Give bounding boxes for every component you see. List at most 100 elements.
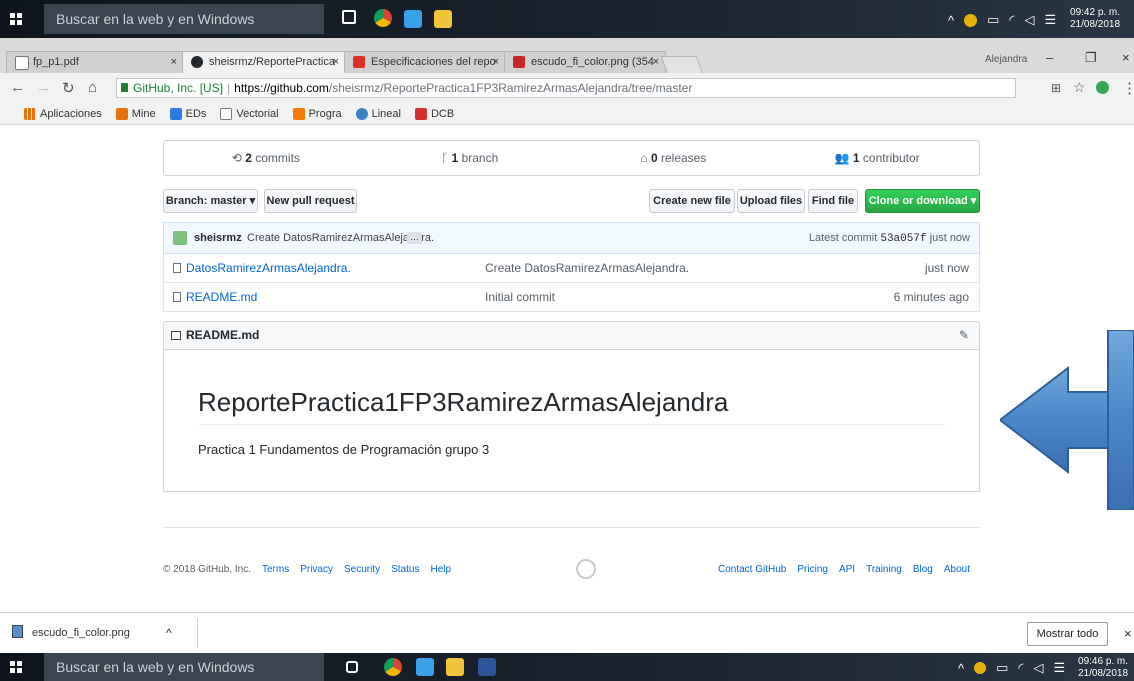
dcb-icon	[414, 107, 427, 120]
latest-commit-label: Latest commit	[808, 232, 878, 244]
file-commit-message[interactable]: Initial commit	[485, 283, 555, 311]
notifications-icon[interactable]: ☰	[1053, 660, 1065, 676]
omnibox-url-input[interactable]: GitHub, Inc. [US] | https://github.com/she…	[116, 78, 1016, 98]
footer-link-help[interactable]: Help	[430, 564, 451, 575]
volume-icon[interactable]: ◁	[1033, 660, 1043, 676]
chevron-up-icon[interactable]: ^	[958, 661, 964, 676]
shelf-close-icon[interactable]: ×	[1124, 626, 1132, 641]
wordpress-icon	[355, 107, 368, 120]
commit-author[interactable]: sheisrmz	[194, 232, 242, 244]
commit-expand-button[interactable]: …	[407, 232, 422, 244]
wifi-icon[interactable]: ◜	[1009, 12, 1014, 28]
bookmark-progra[interactable]: Progra	[292, 107, 342, 120]
footer-divider	[163, 527, 980, 528]
bookmark-aplicaciones[interactable]: Aplicaciones	[24, 107, 102, 120]
volume-icon[interactable]: ◁	[1024, 12, 1034, 28]
translate-icon[interactable]: ⊞	[1051, 81, 1061, 95]
commit-hash[interactable]: 53a057f	[880, 233, 926, 245]
bookmark-vectorial[interactable]: Vectorial	[220, 107, 279, 120]
battery-icon[interactable]: ▭	[996, 660, 1008, 676]
tab-close-icon[interactable]: ×	[653, 52, 659, 72]
contributors-label: contributor	[862, 151, 920, 165]
releases-link[interactable]: ⌂ 0 releases	[572, 141, 776, 175]
taskbar-search-input[interactable]: Buscar en la web y en Windows	[44, 4, 324, 34]
file-name-link[interactable]: README.md	[186, 283, 257, 311]
download-options-chevron-icon[interactable]: ^	[166, 626, 172, 640]
windows-start-icon[interactable]	[10, 661, 22, 673]
bookmark-lineal[interactable]: Lineal	[355, 107, 401, 120]
minimize-button[interactable]: –	[1046, 50, 1053, 65]
tab-close-icon[interactable]: ×	[333, 52, 339, 72]
footer-link-privacy[interactable]: Privacy	[300, 564, 333, 575]
tray-app-icon[interactable]	[964, 13, 978, 27]
contributors-link[interactable]: 👥 1 contributor	[775, 141, 979, 175]
taskbar-search-input[interactable]: Buscar en la web y en Windows	[44, 653, 324, 681]
edit-pencil-icon[interactable]: ✎	[959, 322, 969, 349]
chrome-icon[interactable]	[374, 9, 392, 27]
footer-link-contact[interactable]: Contact GitHub	[718, 564, 786, 575]
upload-files-button[interactable]: Upload files	[737, 189, 805, 213]
task-view-icon[interactable]	[346, 661, 358, 673]
lock-icon	[121, 83, 128, 92]
windows-start-icon[interactable]	[10, 13, 22, 25]
footer-link-status[interactable]: Status	[391, 564, 419, 575]
chrome-icon[interactable]	[384, 658, 402, 676]
window-close-button[interactable]: ×	[1122, 50, 1130, 65]
download-item-name[interactable]: escudo_fi_color.png	[32, 627, 130, 639]
footer-link-pricing[interactable]: Pricing	[797, 564, 828, 575]
file-commit-message[interactable]: Create DatosRamirezArmasAlejandra.	[485, 254, 689, 282]
github-logo-icon[interactable]	[576, 559, 596, 579]
forward-icon[interactable]: →	[36, 79, 51, 96]
footer-link-api[interactable]: API	[839, 564, 855, 575]
tab-pdf[interactable]: fp_p1.pdf ×	[6, 51, 184, 73]
store-icon[interactable]	[404, 10, 422, 28]
tray-app-icon[interactable]	[974, 662, 987, 674]
bookmark-dcb[interactable]: DCB	[414, 107, 454, 120]
back-icon[interactable]: ←	[10, 79, 25, 96]
battery-icon[interactable]: ▭	[987, 12, 999, 28]
task-view-icon[interactable]	[342, 10, 356, 24]
word-icon[interactable]	[478, 658, 496, 676]
clone-or-download-button[interactable]: Clone or download ▾	[865, 189, 980, 213]
store-icon[interactable]	[416, 658, 434, 676]
create-new-file-button[interactable]: Create new file	[649, 189, 735, 213]
extension-check-icon[interactable]	[1096, 81, 1109, 94]
notifications-icon[interactable]: ☰	[1044, 12, 1056, 28]
branch-select-button[interactable]: Branch: master ▾	[163, 189, 258, 213]
reload-icon[interactable]: ↻	[62, 79, 75, 97]
file-explorer-icon[interactable]	[434, 10, 452, 28]
footer-link-blog[interactable]: Blog	[913, 564, 933, 575]
tab-close-icon[interactable]: ×	[493, 52, 499, 72]
download-shelf: escudo_fi_color.png ^ Mostrar todo ×	[0, 612, 1134, 653]
footer-link-about[interactable]: About	[944, 564, 970, 575]
tab-github[interactable]: sheisrmz/ReportePractica ×	[182, 51, 346, 73]
footer-link-training[interactable]: Training	[866, 564, 902, 575]
show-all-downloads-button[interactable]: Mostrar todo	[1027, 622, 1108, 646]
file-explorer-icon[interactable]	[446, 658, 464, 676]
tab-escudo[interactable]: escudo_fi_color.png (354 ×	[504, 51, 666, 73]
clock-bottom[interactable]: 09:46 p. m. 21/08/2018	[1078, 656, 1128, 680]
tab-label: Especificaciones del repo	[371, 56, 496, 68]
bookmark-star-icon[interactable]: ☆	[1073, 79, 1086, 96]
wifi-icon[interactable]: ◜	[1018, 660, 1023, 676]
file-name-link[interactable]: DatosRamirezArmasAlejandra.	[186, 254, 351, 282]
footer-link-terms[interactable]: Terms	[262, 564, 289, 575]
profile-name[interactable]: Alejandra	[985, 54, 1027, 65]
footer-link-security[interactable]: Security	[344, 564, 380, 575]
clock-top[interactable]: 09:42 p. m. 21/08/2018	[1070, 7, 1120, 31]
new-pull-request-button[interactable]: New pull request	[264, 189, 357, 213]
bookmark-mine[interactable]: Mine	[115, 107, 156, 120]
bookmark-eds[interactable]: EDs	[169, 107, 206, 120]
tab-especificaciones[interactable]: Especificaciones del repo ×	[344, 51, 506, 73]
page-icon	[220, 107, 233, 120]
home-icon[interactable]: ⌂	[88, 79, 97, 96]
menu-icon[interactable]: ⋮	[1122, 79, 1134, 97]
chevron-up-icon[interactable]: ^	[948, 13, 954, 28]
repo-summary-bar: ⟲ 2 commits ᚴ 1 branch ⌂ 0 releases 👥 1 …	[163, 140, 980, 176]
tab-close-icon[interactable]: ×	[171, 52, 177, 72]
maximize-button[interactable]: ❐	[1085, 50, 1097, 66]
find-file-button[interactable]: Find file	[808, 189, 858, 213]
avatar[interactable]	[173, 231, 187, 245]
commits-link[interactable]: ⟲ 2 commits	[164, 141, 368, 175]
branches-link[interactable]: ᚴ 1 branch	[368, 141, 572, 175]
